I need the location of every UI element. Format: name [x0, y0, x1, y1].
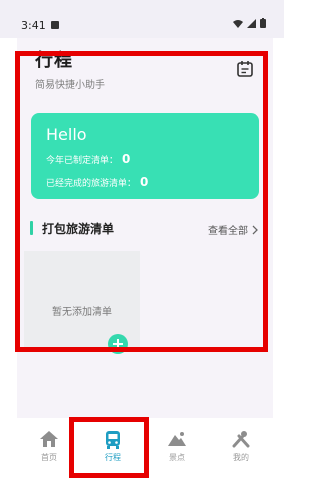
status-icons [233, 18, 266, 28]
tab-label: 我的 [233, 453, 249, 462]
mountain-icon [168, 432, 186, 446]
tab-mine[interactable]: 我的 [209, 418, 273, 478]
home-icon [40, 431, 58, 447]
highlight-box-tab [69, 417, 149, 478]
notification-icon [51, 21, 59, 29]
battery-icon [260, 18, 266, 28]
highlight-box [15, 51, 268, 352]
tools-icon [232, 431, 250, 448]
tab-spots[interactable]: 景点 [145, 418, 209, 478]
status-time: 3:41 [21, 19, 46, 32]
status-bar: 3:41 [0, 0, 284, 38]
wifi-icon [233, 19, 243, 28]
tab-label: 景点 [169, 453, 185, 462]
signal-icon [247, 18, 256, 28]
